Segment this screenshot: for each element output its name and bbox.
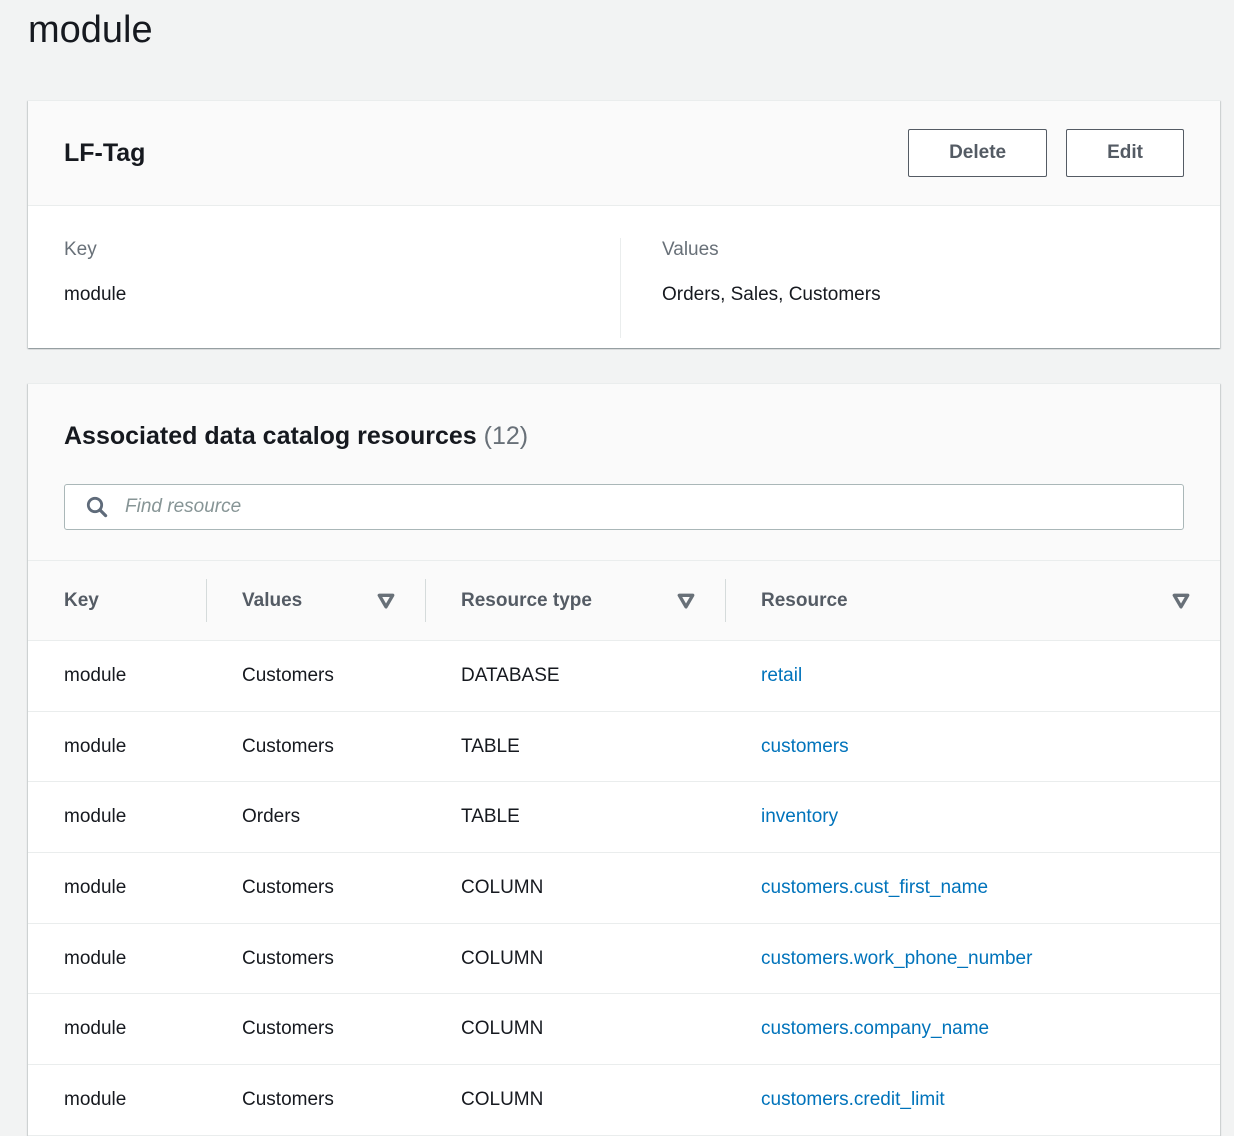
- lf-tag-detail-page: module LF-Tag Delete Edit Key module Val…: [0, 0, 1234, 1136]
- cell-resource-type: TABLE: [425, 806, 725, 828]
- resource-link[interactable]: customers.work_phone_number: [761, 948, 1032, 969]
- cell-key: module: [28, 736, 206, 758]
- page-title: module: [28, 4, 153, 56]
- resources-table-header: Key Values Resource type Resource: [28, 560, 1220, 641]
- table-row: module Customers TABLE customers: [28, 712, 1220, 783]
- sort-resource-type-icon[interactable]: [677, 593, 695, 609]
- cell-resource-type: COLUMN: [425, 1089, 725, 1111]
- cell-key: module: [28, 877, 206, 899]
- lf-tag-card-body: Key module Values Orders, Sales, Custome…: [28, 206, 1220, 348]
- resources-table-body: module Customers DATABASE retail module …: [28, 641, 1220, 1136]
- associated-resources-header: Associated data catalog resources (12): [28, 384, 1220, 530]
- cell-resource: retail: [725, 665, 1220, 687]
- cell-resource: customers.work_phone_number: [725, 948, 1220, 970]
- table-row: module Customers COLUMN customers.compan…: [28, 994, 1220, 1065]
- cell-resource: customers.credit_limit: [725, 1089, 1220, 1111]
- lf-tag-card: LF-Tag Delete Edit Key module Values Ord…: [28, 100, 1220, 348]
- resources-table: Key Values Resource type Resource: [28, 560, 1220, 1136]
- resource-count-badge: (12): [484, 422, 528, 450]
- resource-link[interactable]: customers.credit_limit: [761, 1089, 945, 1110]
- column-header-resource-type-label: Resource type: [461, 590, 592, 612]
- cell-resource-type: TABLE: [425, 736, 725, 758]
- key-field-value: module: [64, 283, 620, 307]
- associated-resources-title: Associated data catalog resources (12): [64, 420, 1184, 452]
- table-row: module Customers COLUMN customers.credit…: [28, 1065, 1220, 1136]
- column-header-values[interactable]: Values: [206, 561, 425, 640]
- cell-values: Customers: [206, 1018, 425, 1040]
- column-header-resource-label: Resource: [761, 590, 848, 612]
- cell-key: module: [28, 1018, 206, 1040]
- edit-button[interactable]: Edit: [1066, 129, 1184, 177]
- resource-link[interactable]: customers.company_name: [761, 1018, 989, 1039]
- cell-key: module: [28, 806, 206, 828]
- lf-tag-card-header: LF-Tag Delete Edit: [28, 101, 1220, 206]
- cell-resource: customers: [725, 736, 1220, 758]
- cell-key: module: [28, 1089, 206, 1111]
- table-row: module Customers COLUMN customers.work_p…: [28, 924, 1220, 995]
- cell-values: Customers: [206, 877, 425, 899]
- key-field: Key module: [64, 238, 620, 348]
- values-field-label: Values: [662, 238, 1220, 262]
- column-header-values-label: Values: [242, 590, 302, 612]
- sort-values-icon[interactable]: [377, 593, 395, 609]
- resource-search-box[interactable]: [64, 484, 1184, 530]
- cell-values: Customers: [206, 948, 425, 970]
- cell-resource-type: COLUMN: [425, 1018, 725, 1040]
- resource-link[interactable]: retail: [761, 665, 802, 686]
- associated-resources-card: Associated data catalog resources (12) K…: [28, 383, 1220, 1136]
- sort-resource-icon[interactable]: [1172, 593, 1190, 609]
- key-field-label: Key: [64, 238, 620, 262]
- cell-key: module: [28, 665, 206, 687]
- resource-link[interactable]: customers: [761, 736, 849, 757]
- cell-resource: customers.company_name: [725, 1018, 1220, 1040]
- values-field: Values Orders, Sales, Customers: [620, 238, 1220, 338]
- values-field-value: Orders, Sales, Customers: [662, 283, 1220, 307]
- delete-button[interactable]: Delete: [908, 129, 1047, 177]
- cell-values: Orders: [206, 806, 425, 828]
- cell-resource: customers.cust_first_name: [725, 877, 1220, 899]
- lf-tag-actions: Delete Edit: [908, 129, 1184, 177]
- table-row: module Orders TABLE inventory: [28, 782, 1220, 853]
- cell-values: Customers: [206, 736, 425, 758]
- resource-link[interactable]: inventory: [761, 806, 838, 827]
- cell-resource-type: DATABASE: [425, 665, 725, 687]
- cell-key: module: [28, 948, 206, 970]
- column-header-key-label: Key: [64, 590, 99, 612]
- cell-resource-type: COLUMN: [425, 948, 725, 970]
- column-header-resource[interactable]: Resource: [725, 561, 1220, 640]
- table-row: module Customers COLUMN customers.cust_f…: [28, 853, 1220, 924]
- cell-values: Customers: [206, 1089, 425, 1111]
- cell-resource-type: COLUMN: [425, 877, 725, 899]
- cell-resource: inventory: [725, 806, 1220, 828]
- lf-tag-card-title: LF-Tag: [64, 139, 145, 168]
- column-header-resource-type[interactable]: Resource type: [425, 561, 725, 640]
- search-icon: [85, 495, 109, 519]
- resource-link[interactable]: customers.cust_first_name: [761, 877, 988, 898]
- column-header-key: Key: [28, 561, 206, 640]
- associated-resources-title-text: Associated data catalog resources: [64, 422, 477, 450]
- cell-values: Customers: [206, 665, 425, 687]
- resource-search-input[interactable]: [125, 496, 1169, 518]
- table-row: module Customers DATABASE retail: [28, 641, 1220, 712]
